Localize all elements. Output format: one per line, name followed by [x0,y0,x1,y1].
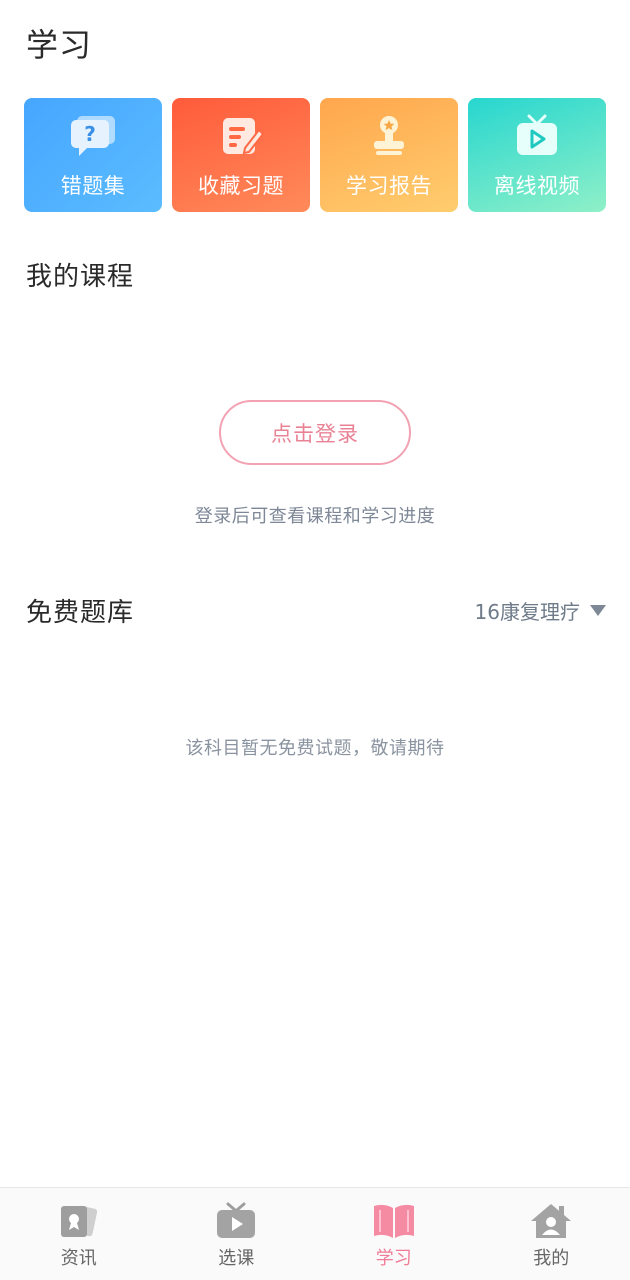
open-book-icon [372,1202,416,1240]
study-page: 学习 ? 错题集 收藏习题 学习报告 离线视频 我的课程 点击登录 登录后可查看… [0,0,630,1280]
wrong-questions-label: 错题集 [60,174,126,198]
login-button[interactable]: 点击登录 [219,400,411,465]
home-user-icon [529,1202,573,1240]
offline-video-label: 离线视频 [494,174,580,198]
tv-play-icon [214,1202,258,1240]
caret-down-icon [590,605,606,616]
bottom-tab-bar: 资讯 选课 学习 我的 [0,1187,630,1280]
svg-text:?: ? [84,122,96,146]
offline-video-card[interactable]: 离线视频 [468,98,606,212]
study-report-card[interactable]: 学习报告 [320,98,458,212]
tab-news-label: 资讯 [60,1248,97,1269]
tab-news[interactable]: 资讯 [0,1188,158,1280]
tab-mine-label: 我的 [533,1248,570,1269]
study-report-label: 学习报告 [346,174,432,198]
favorite-exercises-card[interactable]: 收藏习题 [172,98,310,212]
news-cards-icon [57,1202,101,1240]
empty-bank-hint: 该科目暂无免费试题，敬请期待 [185,738,445,759]
favorite-exercises-label: 收藏习题 [198,174,284,198]
tab-study[interactable]: 学习 [315,1188,473,1280]
quick-actions: ? 错题集 收藏习题 学习报告 离线视频 [24,98,606,212]
wrong-questions-card[interactable]: ? 错题集 [24,98,162,212]
tab-course-select[interactable]: 选课 [158,1188,316,1280]
edit-note-icon [213,114,269,158]
page-title: 学习 [26,26,93,64]
tab-study-label: 学习 [375,1248,412,1269]
subject-dropdown-value: 16康复理疗 [474,600,580,624]
stamp-badge-icon [361,114,417,158]
login-hint: 登录后可查看课程和学习进度 [194,506,436,527]
my-courses-title: 我的课程 [26,262,135,292]
question-bubble-icon: ? [65,114,121,158]
tv-play-icon [509,114,565,158]
tab-course-select-label: 选课 [218,1248,255,1269]
free-bank-title: 免费题库 [26,598,135,628]
subject-dropdown[interactable]: 16康复理疗 [475,596,606,625]
tab-mine[interactable]: 我的 [473,1188,630,1280]
